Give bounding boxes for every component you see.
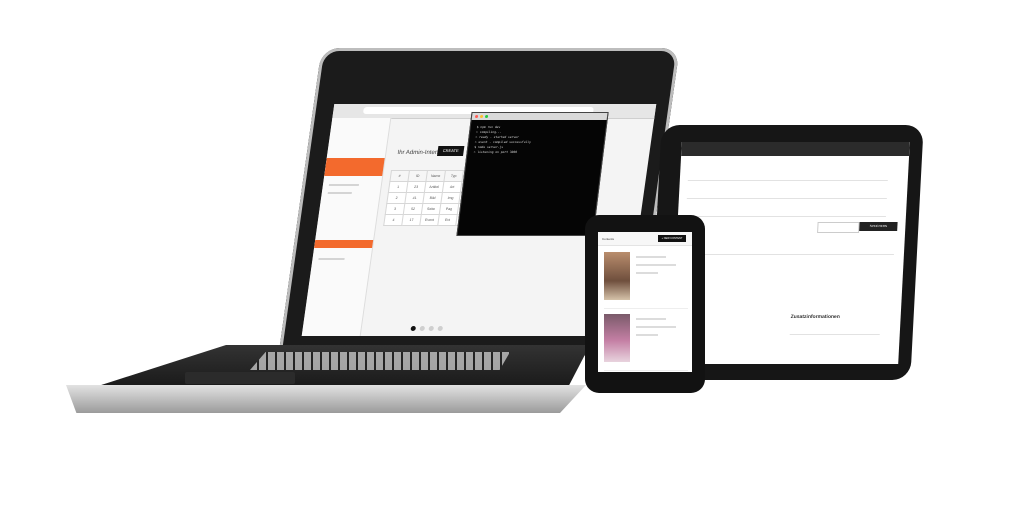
terminal-titlebar	[471, 113, 608, 120]
terminal-output: $ npm run dev > compiling... > ready - sta…	[473, 125, 533, 155]
minimize-icon[interactable]	[479, 115, 484, 118]
sidebar-active-item[interactable]	[314, 240, 374, 248]
form-field[interactable]	[686, 188, 888, 199]
column-header[interactable]: #	[389, 170, 410, 182]
sidebar-item[interactable]	[328, 184, 360, 186]
sidebar-item[interactable]	[327, 192, 352, 194]
maximize-icon[interactable]	[484, 115, 489, 118]
table-cell: Pag	[439, 203, 459, 215]
terminal-line: > listening on port 3000	[473, 150, 518, 154]
pagination	[410, 326, 444, 331]
form-row[interactable]	[683, 244, 895, 255]
new-content-button[interactable]: + NEW CONTENT	[658, 235, 686, 242]
create-button[interactable]: CREATE	[436, 146, 465, 156]
sidebar-item[interactable]	[318, 258, 345, 260]
save-button[interactable]: SPEICHERN	[859, 222, 898, 231]
table-cell: Seite	[421, 203, 441, 215]
table-cell: 41	[404, 192, 425, 204]
laptop-edge	[66, 385, 586, 413]
card-line	[636, 256, 666, 258]
close-icon[interactable]	[474, 115, 479, 118]
table-cell: 4	[383, 214, 404, 226]
table-cell: Evt	[437, 214, 458, 226]
page-dot[interactable]	[428, 326, 435, 331]
card-line	[636, 264, 676, 266]
form-field[interactable]	[789, 324, 881, 335]
phone-header: Contents + NEW CONTENT	[598, 232, 692, 246]
page-dot[interactable]	[410, 326, 417, 331]
form-field[interactable]	[687, 170, 889, 181]
column-header[interactable]: ID	[407, 170, 428, 182]
laptop-keyboard	[250, 352, 510, 370]
table-cell: Event	[419, 214, 440, 226]
form-field[interactable]	[685, 206, 887, 217]
card-line	[636, 318, 666, 320]
secondary-button[interactable]	[817, 222, 860, 233]
content-image	[604, 314, 630, 362]
table-cell: 17	[401, 214, 422, 226]
table-cell: 2	[386, 192, 407, 204]
tablet-header	[681, 142, 910, 156]
terminal-window: $ npm run dev > compiling... > ready - sta…	[456, 112, 609, 236]
table-cell: Art	[442, 181, 462, 193]
table-cell: 3	[385, 203, 405, 215]
page-dot[interactable]	[437, 326, 444, 331]
card-line	[636, 272, 658, 274]
card-line	[636, 326, 676, 328]
column-header[interactable]: Typ	[443, 170, 464, 182]
content-image	[604, 252, 630, 300]
table-cell: 23	[406, 181, 426, 193]
column-header[interactable]: Name	[425, 170, 446, 182]
table-cell: Bild	[422, 192, 443, 204]
sidebar-active-item[interactable]	[324, 158, 385, 176]
phone-screen: Contents + NEW CONTENT	[598, 232, 692, 372]
table-cell: 52	[403, 203, 423, 215]
laptop-trackpad	[185, 372, 295, 384]
page-dot[interactable]	[419, 326, 426, 331]
phone-title: Contents	[602, 237, 615, 241]
section-title: Zusatzinformationen	[790, 314, 840, 320]
table-cell: Img	[440, 192, 461, 204]
card-line	[636, 334, 658, 336]
table-cell: Artikel	[424, 181, 444, 193]
content-card[interactable]	[604, 310, 688, 371]
content-card[interactable]	[604, 248, 688, 309]
table-cell: 1	[388, 181, 408, 193]
tablet-screen: SPEICHERN Zusatzinformationen	[670, 142, 910, 364]
